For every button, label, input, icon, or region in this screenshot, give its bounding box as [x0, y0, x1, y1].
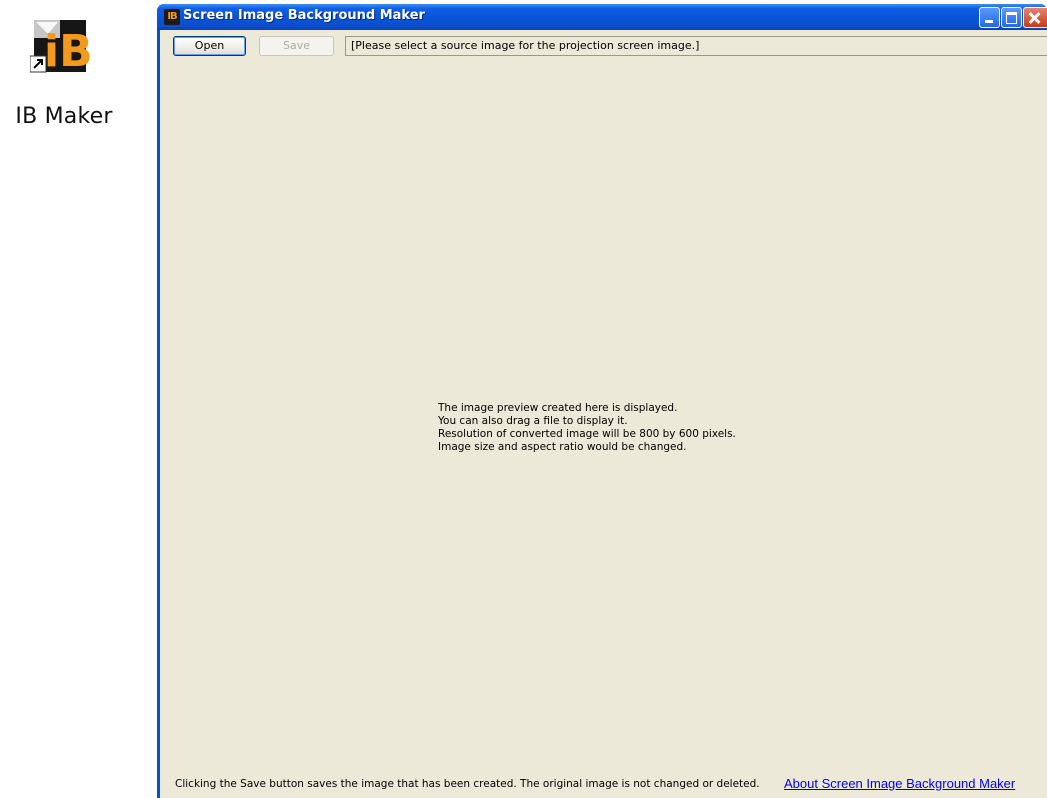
window-title: Screen Image Background Maker — [183, 8, 425, 23]
source-path-field: [Please select a source image for the pr… — [345, 36, 1047, 56]
shortcut-arrow-icon — [30, 55, 47, 73]
desktop-shortcut-ib-maker[interactable]: iB IB Maker — [0, 8, 150, 138]
preview-instructions: The image preview created here is displa… — [438, 402, 736, 454]
maximize-button[interactable] — [1001, 7, 1022, 28]
save-button[interactable]: Save — [259, 36, 334, 56]
image-preview-area[interactable]: The image preview created here is displa… — [160, 66, 1047, 766]
app-title-icon[interactable]: IB — [164, 9, 180, 25]
ib-logo-text: iB — [44, 26, 93, 77]
title-bar[interactable]: IB Screen Image Background Maker — [157, 4, 1047, 30]
open-button[interactable]: Open — [173, 36, 246, 56]
preview-line: The image preview created here is displa… — [438, 402, 678, 414]
preview-line: Resolution of converted image will be 80… — [438, 428, 736, 440]
window-client-area: Open Save [Please select a source image … — [160, 30, 1047, 798]
footer-note: Clicking the Save button saves the image… — [175, 778, 760, 790]
preview-line: Image size and aspect ratio would be cha… — [438, 441, 687, 453]
close-button[interactable] — [1023, 7, 1047, 28]
shortcut-label: IB Maker — [15, 104, 113, 129]
preview-line: You can also drag a file to display it. — [438, 415, 628, 427]
minimize-button[interactable] — [979, 7, 1000, 28]
desktop: iB IB Maker IB Screen Image Background M… — [0, 0, 1047, 798]
about-link[interactable]: About Screen Image Background Maker — [784, 776, 1015, 791]
ib-maker-app-icon: iB — [30, 20, 100, 80]
app-window: IB Screen Image Background Maker Open Sa… — [157, 4, 1047, 798]
